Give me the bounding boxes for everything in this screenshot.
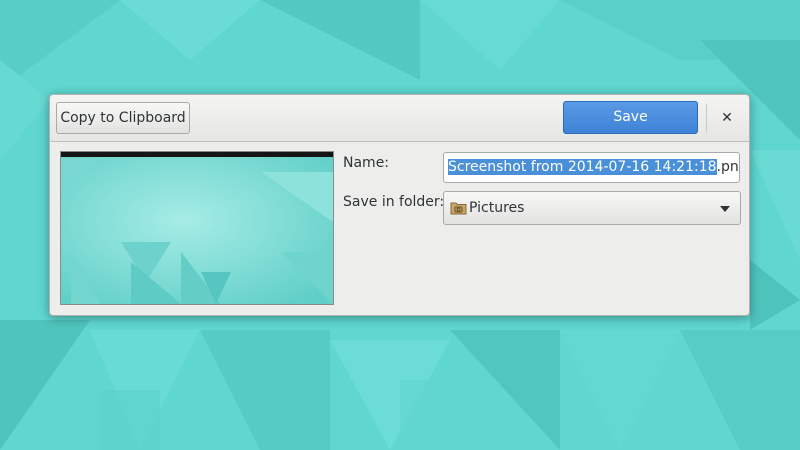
save-screenshot-dialog: Copy to Clipboard Save ✕ Name: Screensho…: [49, 94, 750, 316]
filename-extension: .png: [716, 159, 739, 175]
close-icon[interactable]: ✕: [714, 105, 740, 131]
filename-input[interactable]: Screenshot from 2014-07-16 14:21:18.png: [443, 152, 740, 183]
save-folder-label: Save in folder:: [343, 194, 445, 210]
save-folder-dropdown[interactable]: Pictures: [443, 191, 741, 225]
chevron-down-icon: [720, 206, 730, 212]
filename-selected-text: Screenshot from 2014-07-16 14:21:18: [448, 159, 717, 175]
save-button[interactable]: Save: [563, 101, 698, 134]
preview-thumbnail: [61, 152, 333, 304]
copy-to-clipboard-button[interactable]: Copy to Clipboard: [56, 102, 190, 134]
folder-camera-icon: [450, 202, 467, 215]
screenshot-preview: [60, 151, 334, 305]
headerbar-separator: [706, 104, 707, 132]
dialog-headerbar: Copy to Clipboard Save ✕: [50, 95, 749, 142]
name-label: Name:: [343, 155, 390, 171]
save-folder-value: Pictures: [469, 200, 525, 216]
